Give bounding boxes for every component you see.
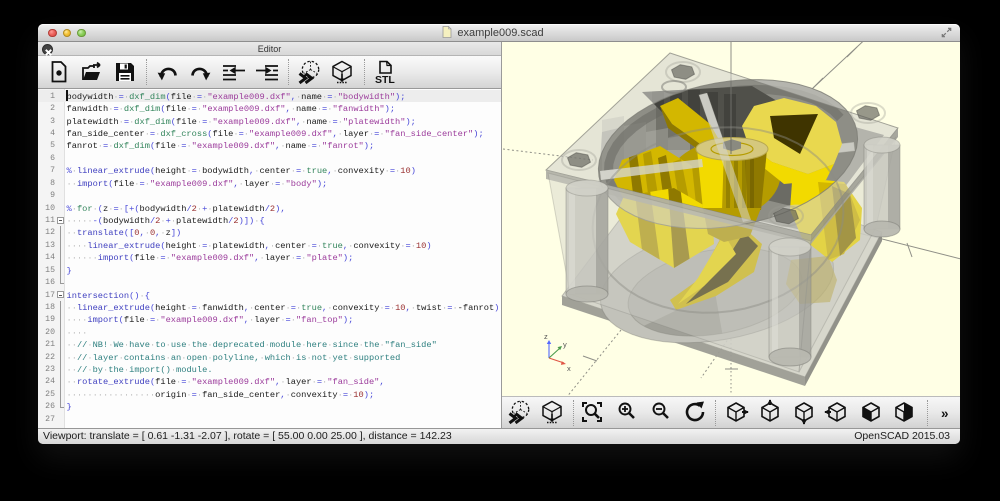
svg-text:»: »	[941, 406, 949, 421]
svg-text:z: z	[544, 332, 548, 341]
svg-text:y: y	[563, 340, 567, 349]
svg-text:x: x	[567, 364, 571, 373]
svg-text:STL: STL	[375, 74, 395, 85]
